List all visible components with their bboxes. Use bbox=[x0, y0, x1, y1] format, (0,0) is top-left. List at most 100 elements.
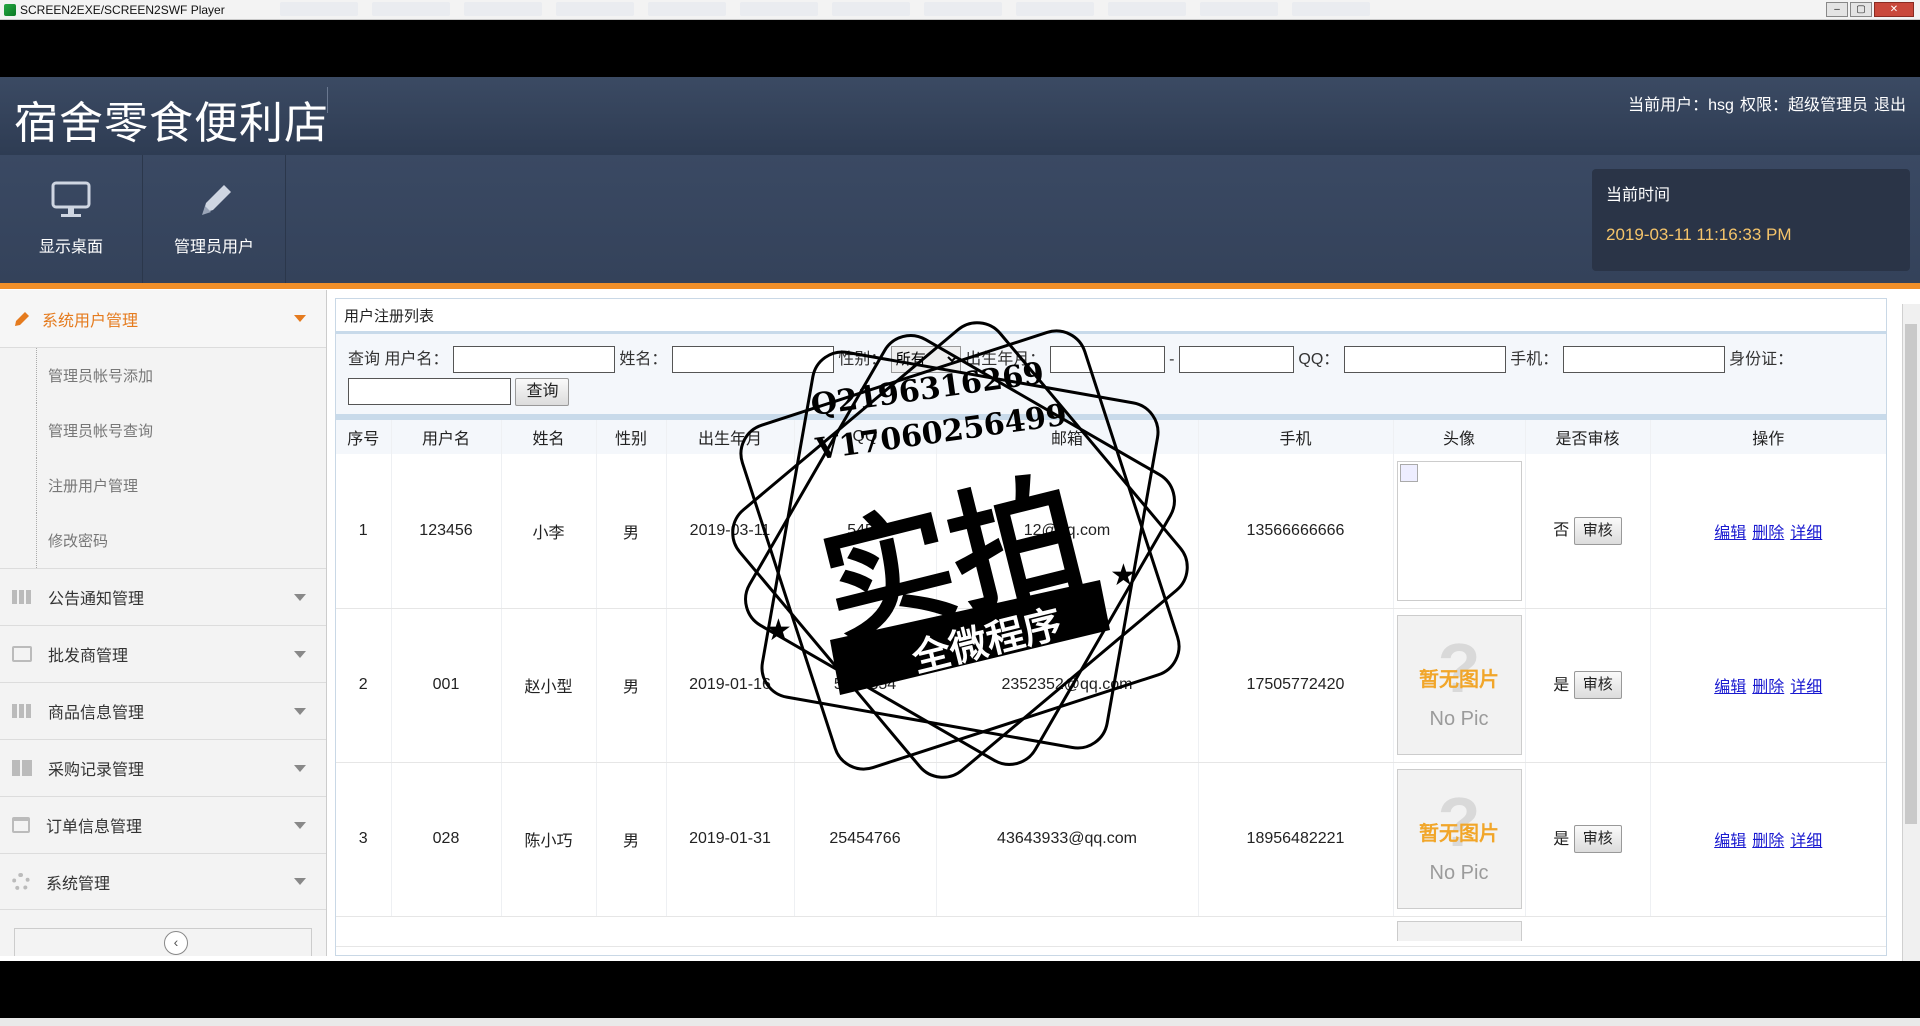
username-label: 用户名： bbox=[384, 351, 449, 368]
panel-title: 用户注册列表 bbox=[336, 299, 1886, 334]
time-label: 当前时间 bbox=[1606, 187, 1671, 204]
approved-status: 是 bbox=[1553, 676, 1570, 694]
approve-button[interactable]: 审核 bbox=[1573, 671, 1622, 700]
col-name: 姓名 bbox=[501, 420, 597, 454]
sidebar-group-purchases[interactable]: 采购记录管理 bbox=[0, 739, 326, 796]
birth-end-input[interactable] bbox=[1178, 346, 1294, 374]
grid-icon bbox=[12, 590, 32, 604]
current-time-box: 当前时间 2019-03-11 11:16:33 PM bbox=[1592, 169, 1910, 271]
grid-icon bbox=[12, 704, 32, 718]
chevron-down-icon bbox=[294, 315, 306, 322]
delete-link[interactable]: 删除 bbox=[1752, 833, 1784, 850]
phone-input[interactable] bbox=[1562, 346, 1725, 374]
delete-link[interactable]: 删除 bbox=[1752, 525, 1784, 542]
sidebar-group-system[interactable]: 系统管理 bbox=[0, 853, 326, 910]
id-card-input[interactable] bbox=[348, 378, 511, 406]
app-header: 宿舍零食便利店 当前用户：hsg 权限：超级管理员 退出 bbox=[0, 77, 1920, 155]
logout-link[interactable]: 退出 bbox=[1874, 91, 1906, 115]
app-window: 宿舍零食便利店 当前用户：hsg 权限：超级管理员 退出 显示桌面 管理员用户 … bbox=[0, 77, 1920, 961]
id-card-label: 身份证： bbox=[1729, 351, 1794, 368]
close-button[interactable]: ✕ bbox=[1874, 2, 1914, 17]
approved-status: 是 bbox=[1553, 830, 1570, 848]
player-title: SCREEN2EXE/SCREEN2SWF Player bbox=[0, 3, 225, 17]
approve-button[interactable]: 审核 bbox=[1573, 517, 1622, 546]
edit-link[interactable]: 编辑 bbox=[1714, 679, 1746, 696]
chevron-down-icon bbox=[294, 707, 306, 715]
sidebar-item-admin-add[interactable]: 管理员帐号添加 bbox=[0, 348, 326, 403]
user-info: 当前用户：hsg 权限：超级管理员 退出 bbox=[1628, 91, 1906, 115]
sidebar-group-products[interactable]: 商品信息管理 bbox=[0, 682, 326, 739]
table-header-row: 序号 用户名 姓名 性别 出生年月 QQ 邮箱 手机 头像 是否审核 操作 bbox=[336, 420, 1886, 454]
chevron-down-icon bbox=[294, 764, 306, 772]
main-panel: 用户注册列表 查询 用户名： 姓名： 性别： 所有 出生年月： - QQ： 手机… bbox=[335, 298, 1887, 956]
layout-icon bbox=[12, 760, 32, 776]
chevron-left-icon[interactable]: ‹ bbox=[164, 931, 188, 955]
table-row: 1 123456 小李 男 2019-03-11 5454 12@qq.com … bbox=[336, 454, 1886, 609]
minimize-button[interactable]: – bbox=[1826, 2, 1848, 17]
time-value: 2019-03-11 11:16:33 PM bbox=[1606, 225, 1792, 244]
sidebar-item-change-password[interactable]: 修改密码 bbox=[0, 513, 326, 568]
table-row: 3 028 陈小巧 男 2019-01-31 25454766 43643933… bbox=[336, 762, 1886, 917]
player-status-strip bbox=[0, 1018, 1920, 1026]
col-avatar: 头像 bbox=[1393, 420, 1526, 454]
pencil-icon bbox=[202, 185, 231, 215]
approve-button[interactable]: 审核 bbox=[1573, 825, 1622, 854]
col-birth: 出生年月 bbox=[666, 420, 795, 454]
page-scrollbar[interactable] bbox=[1902, 304, 1920, 961]
detail-link[interactable]: 详细 bbox=[1790, 679, 1822, 696]
username-input[interactable] bbox=[452, 346, 615, 374]
delete-link[interactable]: 删除 bbox=[1752, 679, 1784, 696]
user-role: 权限：超级管理员 bbox=[1739, 97, 1868, 114]
search-form: 查询 用户名： 姓名： 性别： 所有 出生年月： - QQ： 手机： 身份证： … bbox=[336, 334, 1886, 414]
player-title-bar: SCREEN2EXE/SCREEN2SWF Player – ▢ ✕ bbox=[0, 0, 1920, 20]
nav-admin-user[interactable]: 管理员用户 bbox=[143, 155, 286, 283]
gender-label: 性别： bbox=[838, 351, 887, 368]
chevron-down-icon bbox=[294, 821, 306, 829]
search-prefix: 查询 bbox=[348, 351, 381, 368]
scrollbar-thumb[interactable] bbox=[1905, 324, 1917, 824]
sidebar-group-label: 系统用户管理 bbox=[42, 312, 139, 330]
name-input[interactable] bbox=[671, 346, 834, 374]
sidebar-footer: ‹ bbox=[14, 928, 312, 956]
col-phone: 手机 bbox=[1198, 420, 1394, 454]
gender-select[interactable]: 所有 bbox=[890, 346, 961, 374]
detail-link[interactable]: 详细 bbox=[1790, 525, 1822, 542]
col-ops: 操作 bbox=[1650, 420, 1886, 454]
chevron-down-icon bbox=[294, 878, 306, 885]
nav-label: 显示桌面 bbox=[38, 239, 103, 256]
edit-link[interactable]: 编辑 bbox=[1714, 833, 1746, 850]
search-button[interactable]: 查询 bbox=[515, 377, 570, 406]
app-title: 宿舍零食便利店 bbox=[14, 99, 329, 148]
avatar-broken-image bbox=[1396, 460, 1522, 601]
avatar-no-pic: ? 暂无图片 No Pic bbox=[1396, 769, 1522, 909]
phone-label: 手机： bbox=[1510, 351, 1559, 368]
sidebar-group-system-users[interactable]: 系统用户管理 bbox=[0, 290, 326, 348]
sidebar-group-orders[interactable]: 订单信息管理 bbox=[0, 796, 326, 853]
sidebar-group-wholesalers[interactable]: 批发商管理 bbox=[0, 625, 326, 682]
approved-status: 否 bbox=[1553, 522, 1570, 540]
sidebar-group-notices[interactable]: 公告通知管理 bbox=[0, 568, 326, 625]
sidebar: 系统用户管理 管理员帐号添加 管理员帐号查询 注册用户管理 修改密码 公告通知管… bbox=[0, 290, 327, 956]
birth-start-input[interactable] bbox=[1049, 346, 1165, 374]
qq-input[interactable] bbox=[1343, 346, 1506, 374]
nav-show-desktop[interactable]: 显示桌面 bbox=[0, 155, 143, 283]
detail-link[interactable]: 详细 bbox=[1790, 833, 1822, 850]
nav-label: 管理员用户 bbox=[173, 239, 254, 256]
top-nav: 显示桌面 管理员用户 当前时间 2019-03-11 11:16:33 PM bbox=[0, 155, 1920, 289]
birth-label: 出生年月： bbox=[965, 351, 1046, 368]
pencil-icon bbox=[15, 311, 29, 326]
calendar-icon bbox=[12, 817, 30, 833]
qq-label: QQ： bbox=[1298, 351, 1340, 368]
table-row-partial bbox=[336, 916, 1886, 947]
sidebar-item-admin-query[interactable]: 管理员帐号查询 bbox=[0, 403, 326, 458]
col-approved: 是否审核 bbox=[1525, 420, 1651, 454]
edit-link[interactable]: 编辑 bbox=[1714, 525, 1746, 542]
chevron-down-icon bbox=[294, 650, 306, 658]
col-email: 邮箱 bbox=[936, 420, 1199, 454]
maximize-button[interactable]: ▢ bbox=[1850, 2, 1872, 17]
table-row: 2 001 赵小型 男 2019-01-16 5437354 2352352@q… bbox=[336, 608, 1886, 763]
sidebar-item-registered-users[interactable]: 注册用户管理 bbox=[0, 458, 326, 513]
ghost-taskbar bbox=[280, 2, 1370, 18]
col-gender: 性别 bbox=[596, 420, 667, 454]
users-table: 序号 用户名 姓名 性别 出生年月 QQ 邮箱 手机 头像 是否审核 操作 1 … bbox=[336, 420, 1886, 947]
